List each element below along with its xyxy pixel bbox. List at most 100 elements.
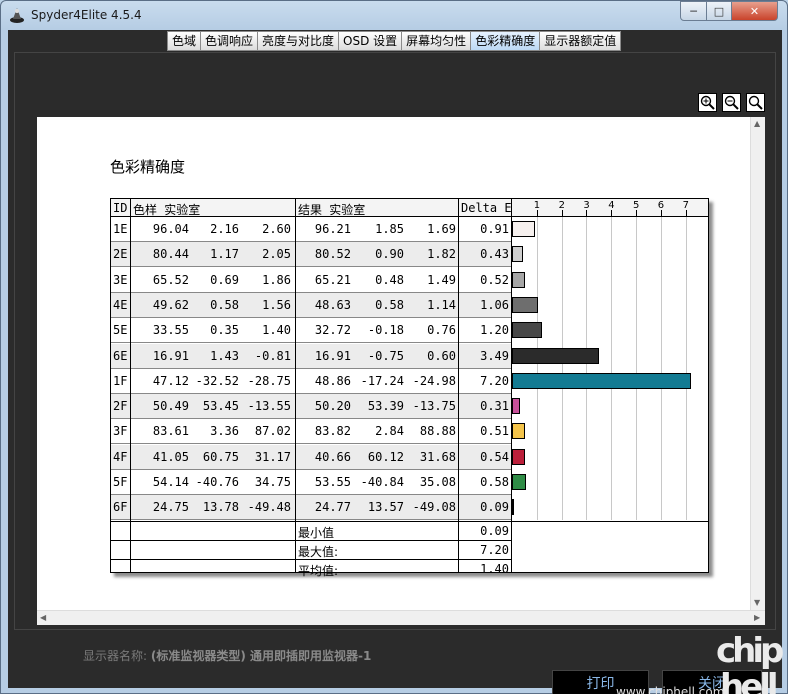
title-bar[interactable]: Spyder4Elite 4.5.4 ─ □ ✕ xyxy=(1,1,787,29)
summary-label: 平均值: xyxy=(298,563,339,578)
sample-value: 41.05 xyxy=(152,449,189,464)
table-row: 1E 96.04 2.16 2.60 96.21 1.85 1.69 0.91 xyxy=(111,217,512,242)
sample-value: 16.91 xyxy=(152,348,189,363)
sample-value: 1.86 xyxy=(262,272,291,287)
zoom-in-icon[interactable] xyxy=(698,93,717,112)
result-value: 48.63 xyxy=(314,297,351,312)
chart-baseline xyxy=(512,520,708,522)
result-value: -40.84 xyxy=(360,475,404,489)
sample-value: -49.48 xyxy=(247,500,291,515)
result-value: 35.08 xyxy=(419,475,456,489)
header-id: ID xyxy=(113,201,128,215)
delta-e-value: 7.20 xyxy=(480,373,509,388)
chart-bar xyxy=(512,271,525,288)
tab-tone-response[interactable]: 色调响应 xyxy=(201,31,259,51)
sample-value: 1.43 xyxy=(210,348,239,363)
sample-value: 33.55 xyxy=(152,323,189,338)
delta-e-value: 0.54 xyxy=(480,449,509,464)
sample-value: 53.45 xyxy=(202,399,239,414)
header-sample: 色样 实验室 xyxy=(133,203,201,217)
app-icon xyxy=(10,8,24,23)
sample-value: 31.17 xyxy=(254,449,291,464)
sample-value: 96.04 xyxy=(152,222,189,236)
result-value: 96.21 xyxy=(314,222,351,236)
tab-brightness-contrast[interactable]: 亮度与对比度 xyxy=(258,31,340,51)
horizontal-scrollbar[interactable]: ◀ ▶ xyxy=(37,610,765,625)
display-name: 显示器名称: (标准监视器类型) 通用即插即用监视器-1 xyxy=(83,647,371,664)
scroll-right-icon[interactable]: ▶ xyxy=(754,613,760,622)
col-divider xyxy=(511,199,512,572)
result-value: 13.57 xyxy=(367,500,404,515)
result-value: -0.75 xyxy=(367,348,404,363)
summary-row: 最小值 0.09 xyxy=(111,520,512,540)
zoom-out-icon[interactable] xyxy=(722,93,741,112)
row-id: 1F xyxy=(113,373,128,388)
chart-tick-label: 7 xyxy=(682,200,689,211)
chart-bar xyxy=(512,322,542,339)
chart-tick-label: 4 xyxy=(608,200,615,211)
watermark-text: www.chiphell.com xyxy=(616,685,725,694)
result-value: -0.18 xyxy=(367,323,404,338)
summary-label: 最大值: xyxy=(298,544,339,559)
chart-gridline xyxy=(611,217,613,520)
vertical-scrollbar[interactable]: ▲ ▼ xyxy=(750,117,765,610)
sample-value: 47.12 xyxy=(152,373,189,388)
table-row: 4E 49.62 0.58 1.56 48.63 0.58 1.14 1.06 xyxy=(111,292,512,318)
delta-e-value: 0.31 xyxy=(480,399,509,414)
result-value: 83.82 xyxy=(314,424,351,439)
sample-value: -32.52 xyxy=(195,373,239,388)
sample-value: 49.62 xyxy=(152,297,189,312)
table-row: 6E 16.91 1.43 -0.81 16.91 -0.75 0.60 3.49 xyxy=(111,343,512,369)
row-id: 5E xyxy=(113,323,128,338)
table-row: 5F 54.14 -40.76 34.75 53.55 -40.84 35.08 0.58 xyxy=(111,470,512,495)
maximize-icon[interactable]: □ xyxy=(706,1,732,21)
result-value: -24.98 xyxy=(412,373,456,388)
result-value: 1.14 xyxy=(427,297,456,312)
zoom-fit-icon[interactable] xyxy=(746,93,765,112)
row-id: 1E xyxy=(113,222,128,236)
row-id: 4F xyxy=(113,449,128,464)
chart-tick-label: 2 xyxy=(558,200,565,211)
result-value: -17.24 xyxy=(360,373,404,388)
chart-bar xyxy=(512,423,525,440)
delta-e-value: 0.52 xyxy=(480,272,509,287)
sample-value: 60.75 xyxy=(202,449,239,464)
result-value: 60.12 xyxy=(367,449,404,464)
sample-value: 80.44 xyxy=(152,247,189,262)
report-title: 色彩精确度 xyxy=(110,158,186,176)
client-area: 色域 色调响应 亮度与对比度 OSD 设置 屏幕均匀性 色彩精确度 显示器额定值… xyxy=(8,30,787,694)
close-icon[interactable]: ✕ xyxy=(731,1,778,21)
chart-tick-label: 3 xyxy=(583,200,590,211)
chart-tick-label: 1 xyxy=(533,200,541,211)
chart-bar xyxy=(512,246,523,263)
table-header: ID 色样 实验室 结果 实验室 Delta E xyxy=(111,199,708,217)
row-id: 6E xyxy=(113,348,128,363)
result-value: 1.49 xyxy=(427,272,456,287)
table-row: 4F 41.05 60.75 31.17 40.66 60.12 31.68 0.54 xyxy=(111,444,512,470)
table-row: 1F 47.12 -32.52 -28.75 48.86 -17.24 -24.98 7.20 xyxy=(111,369,512,394)
sample-value: -28.75 xyxy=(247,373,291,388)
display-name-label: 显示器名称: xyxy=(83,649,148,663)
result-value: 0.60 xyxy=(427,348,456,363)
minimize-icon[interactable]: ─ xyxy=(680,1,707,21)
delta-e-value: 3.49 xyxy=(480,348,509,363)
svg-text:hell: hell xyxy=(720,667,776,694)
scroll-up-icon[interactable]: ▲ xyxy=(754,119,760,128)
sample-value: 0.35 xyxy=(210,323,239,338)
scroll-left-icon[interactable]: ◀ xyxy=(40,613,46,622)
tab-color-accuracy[interactable]: 色彩精确度 xyxy=(471,31,541,51)
sample-value: -0.81 xyxy=(254,348,291,363)
sample-value: 83.61 xyxy=(152,424,189,439)
tab-osd-settings[interactable]: OSD 设置 xyxy=(339,31,403,51)
result-value: 80.52 xyxy=(314,247,351,262)
scroll-down-icon[interactable]: ▼ xyxy=(754,598,760,607)
tab-display-rating[interactable]: 显示器额定值 xyxy=(540,31,622,51)
chart-bar xyxy=(512,474,527,490)
result-value: 65.21 xyxy=(314,272,351,287)
tab-uniformity[interactable]: 屏幕均匀性 xyxy=(402,31,472,51)
result-value: 50.20 xyxy=(314,399,351,414)
tab-gamut[interactable]: 色域 xyxy=(167,31,202,51)
sample-value: 87.02 xyxy=(254,424,291,439)
table-row: 6F 24.75 13.78 -49.48 24.77 13.57 -49.08 0.09 xyxy=(111,495,512,521)
sample-value: 3.36 xyxy=(210,424,239,439)
